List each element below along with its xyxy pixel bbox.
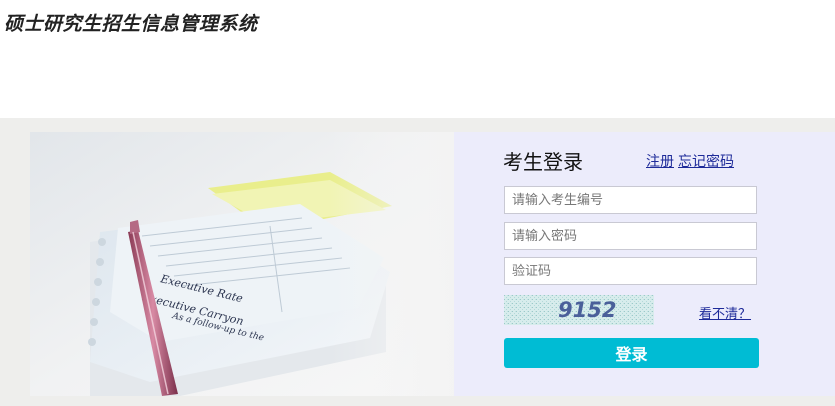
header: 硕士研究生招生信息管理系统 [0, 0, 835, 118]
account-links: 注册 忘记密码 [646, 151, 734, 171]
login-button[interactable]: 登录 [504, 338, 759, 368]
captcha-input[interactable] [504, 257, 757, 285]
password-input[interactable] [504, 222, 757, 250]
refresh-captcha-link[interactable]: 看不清？ [699, 303, 751, 322]
captcha-image[interactable]: 9152 [504, 295, 654, 325]
app-title: 硕士研究生招生信息管理系统 [4, 13, 258, 35]
refresh-captcha-label[interactable]: 看不清？ [699, 307, 751, 322]
svg-text:9152: 9152 [558, 298, 616, 322]
hero-illustration: Executive Rate Executive Carryon As a fo… [30, 132, 454, 396]
forgot-password-link[interactable]: 忘记密码 [678, 154, 734, 170]
register-link[interactable]: 注册 [646, 154, 674, 170]
candidate-id-input[interactable] [504, 186, 757, 214]
hero-image: Executive Rate Executive Carryon As a fo… [30, 132, 454, 396]
login-title: 考生登录 [503, 150, 583, 174]
